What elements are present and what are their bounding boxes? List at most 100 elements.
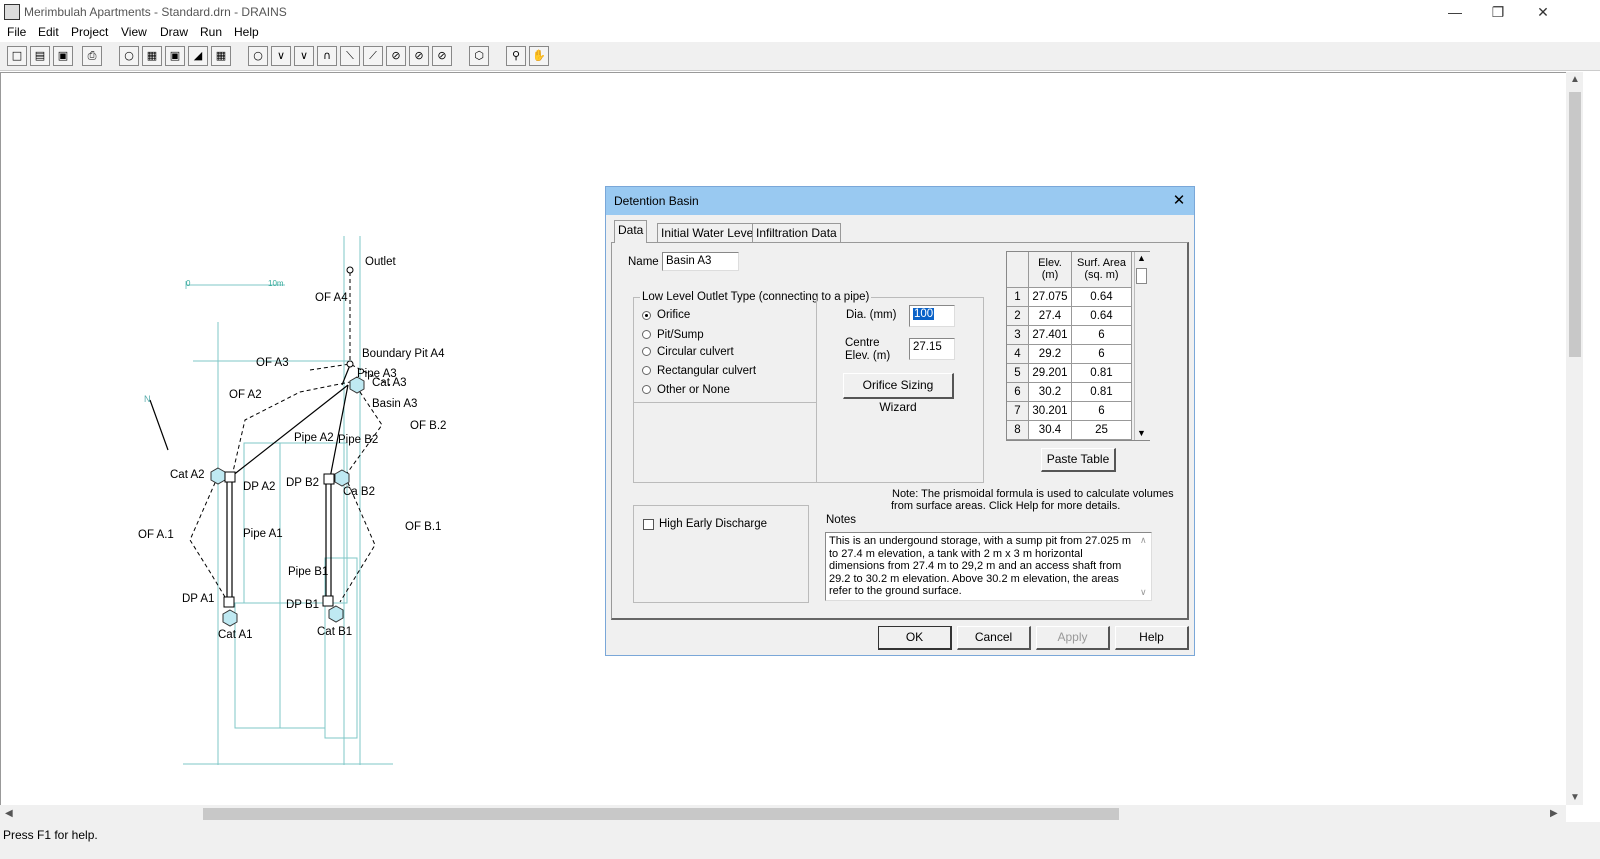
table-cell-elevation[interactable]: 27.075 — [1029, 288, 1072, 307]
pipe-icon[interactable]: ⟍ — [340, 46, 360, 66]
scroll-up-icon[interactable]: ▲ — [1570, 74, 1580, 85]
high-early-discharge-checkbox[interactable] — [643, 519, 654, 530]
pit-sump-radio[interactable] — [642, 330, 651, 339]
node-icon[interactable]: ○ — [119, 46, 139, 66]
scroll-right-icon[interactable]: ▶ — [1550, 808, 1558, 819]
centre-elevation-field[interactable]: 27.15 — [909, 338, 955, 360]
name-field[interactable]: Basin A3 — [662, 252, 739, 271]
menu-project[interactable]: Project — [71, 25, 108, 39]
table-cell-elevation[interactable]: 29.2 — [1029, 345, 1072, 364]
table-row-number[interactable]: 1 — [1007, 288, 1029, 307]
tab-data[interactable]: Data — [614, 220, 648, 243]
prismoidal-note: Note: The prismoidal formula is used to … — [891, 488, 1174, 512]
dashed-line-icon[interactable]: ⟋ — [363, 46, 383, 66]
new-file-icon[interactable]: □ — [7, 46, 27, 66]
table-cell-surface-area[interactable]: 0.81 — [1072, 383, 1132, 402]
paste-table-button[interactable]: Paste Table — [1041, 448, 1116, 472]
grid-icon[interactable]: ▦ — [211, 46, 231, 66]
pit-icon[interactable]: ▦ — [142, 46, 162, 66]
circular-culvert-radio[interactable] — [642, 347, 651, 356]
table-cell-elevation[interactable]: 29.201 — [1029, 364, 1072, 383]
print-icon[interactable]: ⎙ — [82, 46, 102, 66]
menu-view[interactable]: View — [121, 25, 147, 39]
table-scroll-thumb[interactable] — [1136, 268, 1147, 284]
table-row-number[interactable]: 6 — [1007, 383, 1029, 402]
orifice-sizing-wizard-button[interactable]: Orifice Sizing Wizard — [843, 373, 954, 414]
zoom-icon[interactable]: ⚲ — [506, 46, 526, 66]
tab-initial-water-level[interactable]: Initial Water Level — [657, 223, 760, 243]
scroll-left-icon[interactable]: ◀ — [5, 808, 13, 819]
help-button[interactable]: Help — [1115, 626, 1189, 650]
outlet-icon[interactable]: ⊘ — [432, 46, 452, 66]
dialog-title: Detention Basin — [614, 194, 699, 208]
dialog-close-icon[interactable]: ✕ — [1168, 191, 1190, 211]
menu-edit[interactable]: Edit — [38, 25, 59, 39]
menu-run[interactable]: Run — [200, 25, 222, 39]
close-icon[interactable]: ✕ — [1528, 2, 1558, 22]
of-b2-label: OF B.2 — [410, 420, 446, 432]
culvert-icon[interactable]: ∩ — [317, 46, 337, 66]
table-cell-elevation[interactable]: 27.401 — [1029, 326, 1072, 345]
table-cell-surface-area[interactable]: 25 — [1072, 421, 1132, 440]
table-cell-elevation[interactable]: 27.4 — [1029, 307, 1072, 326]
table-cell-surface-area[interactable]: 0.64 — [1072, 307, 1132, 326]
table-cell-surface-area[interactable]: 0.81 — [1072, 364, 1132, 383]
open-channel-icon[interactable]: ∨ — [294, 46, 314, 66]
table-row-number[interactable]: 4 — [1007, 345, 1029, 364]
diameter-field[interactable]: 100 — [909, 305, 955, 327]
rectangular-culvert-radio[interactable] — [642, 366, 651, 375]
scroll-down-icon[interactable]: ▼ — [1570, 792, 1580, 803]
of-a4-label: OF A4 — [315, 292, 348, 304]
minimize-icon[interactable]: — — [1440, 2, 1470, 22]
dialog-title-bar[interactable]: Detention Basin ✕ — [606, 187, 1194, 215]
notes-scroll-up-icon[interactable]: ∧ — [1140, 535, 1147, 546]
menu-file[interactable]: File — [7, 25, 26, 39]
circle-node-icon[interactable]: ○ — [248, 46, 268, 66]
outlet-label: Outlet — [365, 256, 396, 268]
menu-help[interactable]: Help — [234, 25, 259, 39]
notes-scroll-down-icon[interactable]: ∨ — [1140, 587, 1147, 598]
apply-button[interactable]: Apply — [1036, 626, 1110, 650]
open-folder-icon[interactable]: ▤ — [30, 46, 50, 66]
table-cell-surface-area[interactable]: 0.64 — [1072, 288, 1132, 307]
orifice-radio[interactable] — [642, 311, 651, 320]
table-scroll-up-icon[interactable]: ▲ — [1137, 253, 1146, 263]
dp-b1-label: DP B1 — [286, 599, 319, 611]
sub-catchment-icon[interactable]: ⊘ — [409, 46, 429, 66]
app-icon[interactable] — [4, 4, 20, 20]
channel-icon[interactable]: ◢ — [188, 46, 208, 66]
note-line-1: Note: The prismoidal formula is used to … — [892, 488, 1174, 500]
table-row-number[interactable]: 8 — [1007, 421, 1029, 440]
table-row-number[interactable]: 7 — [1007, 402, 1029, 421]
notes-textarea[interactable]: This is an undergound storage, with a su… — [825, 532, 1152, 601]
scale-start-label: 0 — [186, 279, 191, 288]
tab-infiltration-data[interactable]: Infiltration Data — [752, 223, 841, 243]
other-none-radio[interactable] — [642, 385, 651, 394]
pan-hand-icon[interactable]: ✋ — [529, 46, 549, 66]
horizontal-scroll-thumb[interactable] — [203, 808, 1119, 820]
menu-draw[interactable]: Draw — [160, 25, 188, 39]
table-row-number[interactable]: 3 — [1007, 326, 1029, 345]
table-row-number[interactable]: 2 — [1007, 307, 1029, 326]
ca-b2-label: Ca B2 — [343, 486, 375, 498]
table-cell-elevation[interactable]: 30.201 — [1029, 402, 1072, 421]
ok-button[interactable]: OK — [878, 626, 952, 650]
table-cell-surface-area[interactable]: 6 — [1072, 345, 1132, 364]
vertical-scroll-thumb[interactable] — [1569, 92, 1581, 357]
catchment-icon[interactable]: ⊘ — [386, 46, 406, 66]
table-scroll-down-icon[interactable]: ▼ — [1137, 428, 1146, 438]
detention-basin-icon[interactable]: ▣ — [165, 46, 185, 66]
hexagon-icon[interactable]: ⬡ — [469, 46, 489, 66]
overflow-route-icon[interactable]: ∨ — [271, 46, 291, 66]
cancel-button[interactable]: Cancel — [957, 626, 1031, 650]
table-cell-elevation[interactable]: 30.2 — [1029, 383, 1072, 402]
save-icon[interactable]: ▣ — [53, 46, 73, 66]
restore-icon[interactable]: ❐ — [1483, 2, 1513, 22]
pipe-b2-label: Pipe B2 — [338, 434, 378, 446]
table-cell-surface-area[interactable]: 6 — [1072, 402, 1132, 421]
table-row-number[interactable]: 5 — [1007, 364, 1029, 383]
dp-a1-label: DP A1 — [182, 593, 214, 605]
area-header-line1: Surf. Area — [1077, 257, 1126, 269]
table-cell-elevation[interactable]: 30.4 — [1029, 421, 1072, 440]
table-cell-surface-area[interactable]: 6 — [1072, 326, 1132, 345]
